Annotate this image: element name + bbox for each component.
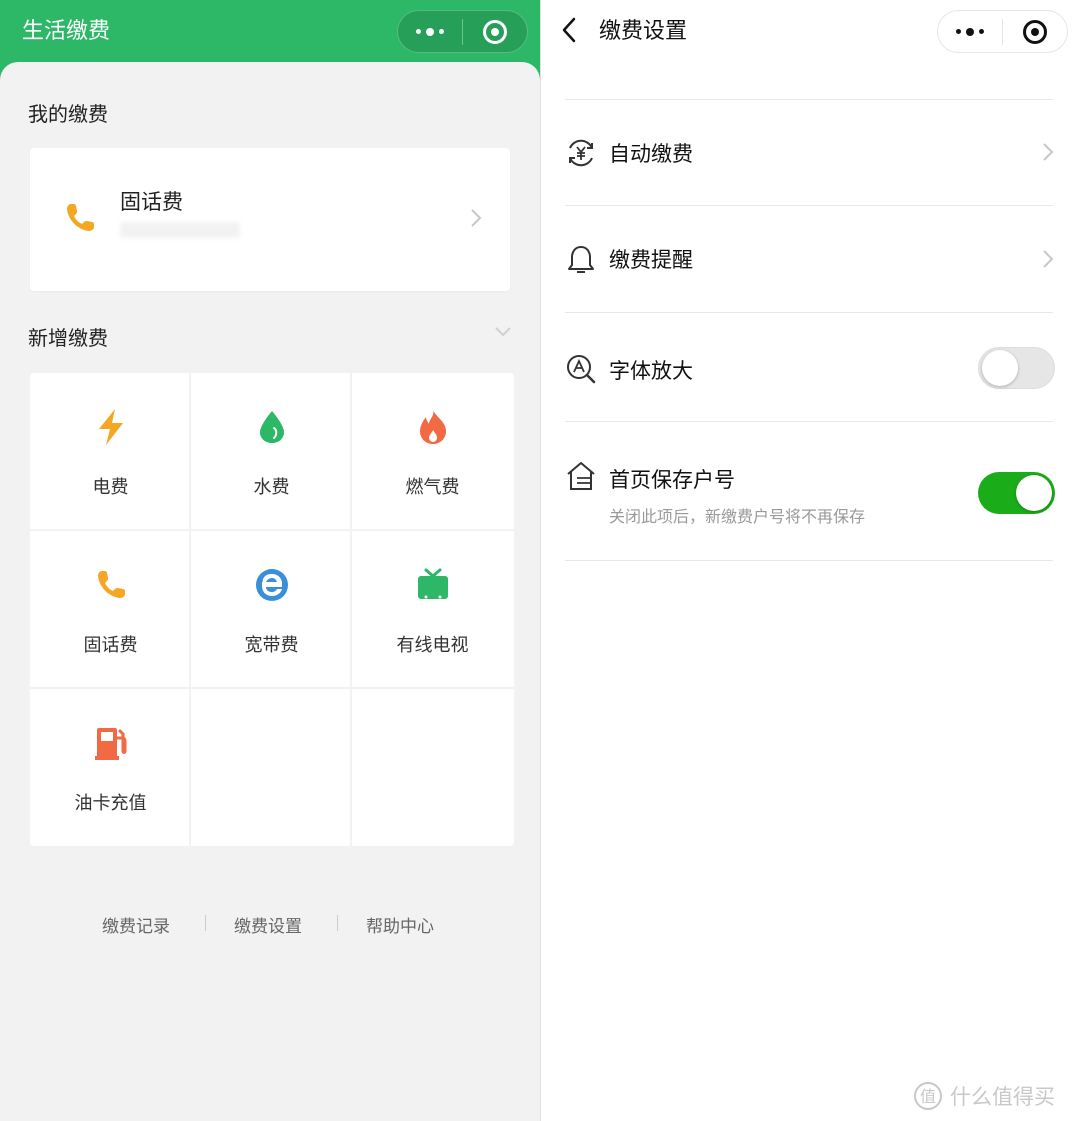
water-drop-icon (252, 407, 292, 447)
grid-item-landline[interactable]: 固话费 (30, 531, 191, 689)
page-title: 生活缴费 (22, 19, 111, 44)
footer-links: 缴费记录 缴费设置 帮助中心 (0, 912, 540, 937)
settings-row-auto-pay[interactable]: 自动缴费 (541, 100, 1080, 205)
svg-text:值: 值 (920, 1087, 936, 1106)
masked-account-number (120, 222, 240, 238)
grid-empty-cell (352, 689, 513, 847)
link-payment-settings[interactable]: 缴费设置 (234, 912, 302, 937)
grid-item-label: 油卡充值 (74, 793, 147, 814)
chevron-right-icon (471, 209, 482, 227)
settings-row-save-account: 首页保存户号 关闭此项后，新缴费户号将不再保存 (541, 422, 1080, 560)
grid-item-label: 燃气费 (405, 477, 460, 498)
life-payment-page: 生活缴费 我的缴费 固话费 新增缴费 电费 水费 燃气费 固话费 宽带费 有线电… (0, 0, 540, 1121)
grid-item-broadband[interactable]: 宽带费 (191, 531, 352, 689)
section-title-my-bills: 我的缴费 (28, 102, 108, 126)
more-dots-icon (416, 27, 444, 36)
bill-name: 固话费 (120, 190, 183, 214)
link-payment-records[interactable]: 缴费记录 (102, 912, 170, 937)
more-button[interactable] (398, 11, 462, 52)
grid-item-label: 固话费 (83, 635, 138, 656)
grid-item-cable-tv[interactable]: 有线电视 (352, 531, 513, 689)
fuel-pump-icon (91, 723, 131, 763)
watermark: 值 什么值得买 (912, 1078, 1055, 1114)
smzdm-logo-icon: 值 (914, 1082, 942, 1110)
font-zoom-toggle[interactable] (978, 347, 1055, 389)
payment-settings-page: 缴费设置 自动缴费 缴费提醒 字体放大 首页保存户号 关闭此项后，新缴费户号将不… (541, 0, 1080, 1121)
chevron-right-icon (1043, 250, 1054, 268)
section-title-new-bills: 新增缴费 (28, 326, 108, 350)
row-sublabel: 关闭此项后，新缴费户号将不再保存 (609, 507, 866, 526)
page-title: 缴费设置 (599, 19, 688, 44)
link-help-center[interactable]: 帮助中心 (366, 912, 434, 937)
close-mini-program-button[interactable] (1003, 11, 1067, 52)
settings-row-font-zoom: 字体放大 (541, 313, 1080, 421)
mini-program-capsule (937, 10, 1068, 53)
lightning-icon (91, 407, 131, 447)
more-button[interactable] (938, 11, 1002, 52)
bill-type-grid: 电费 水费 燃气费 固话费 宽带费 有线电视 油卡充值 (30, 373, 514, 846)
row-label: 首页保存户号 (609, 468, 735, 492)
grid-item-water[interactable]: 水费 (191, 373, 352, 531)
watermark-text: 什么值得买 (950, 1085, 1055, 1109)
bell-icon (568, 246, 594, 273)
chevron-right-icon (1043, 143, 1054, 161)
yen-cycle-icon (569, 139, 593, 167)
grid-item-label: 电费 (92, 477, 129, 498)
font-zoom-icon (567, 355, 596, 384)
grid-item-label: 宽带费 (244, 635, 299, 656)
row-label: 缴费提醒 (609, 248, 693, 272)
row-label: 自动缴费 (609, 142, 693, 166)
flame-icon (413, 407, 453, 447)
grid-item-electricity[interactable]: 电费 (30, 373, 191, 531)
close-mini-program-button[interactable] (463, 11, 527, 52)
grid-item-fuel-card[interactable]: 油卡充值 (30, 689, 191, 847)
more-dots-icon (956, 27, 984, 36)
bill-card[interactable]: 固话费 (30, 148, 510, 291)
chevron-down-icon[interactable] (494, 326, 512, 338)
target-icon (1023, 19, 1047, 44)
save-account-toggle[interactable] (978, 472, 1055, 514)
grid-item-label: 水费 (253, 477, 290, 498)
phone-icon (67, 204, 94, 231)
grid-item-label: 有线电视 (396, 635, 469, 656)
grid-empty-cell (191, 689, 352, 847)
target-icon (483, 19, 507, 44)
home-icon (567, 462, 595, 490)
broadband-e-icon (252, 565, 292, 605)
back-arrow-icon[interactable] (561, 16, 577, 44)
grid-item-gas[interactable]: 燃气费 (352, 373, 513, 531)
mini-program-capsule (397, 10, 528, 53)
content-area: 我的缴费 固话费 新增缴费 电费 水费 燃气费 固话费 宽带费 有线电视 油卡充… (0, 62, 540, 1121)
phone-icon (91, 565, 131, 605)
settings-row-payment-reminder[interactable]: 缴费提醒 (541, 206, 1080, 312)
tv-icon (413, 565, 453, 605)
row-label: 字体放大 (609, 359, 693, 383)
